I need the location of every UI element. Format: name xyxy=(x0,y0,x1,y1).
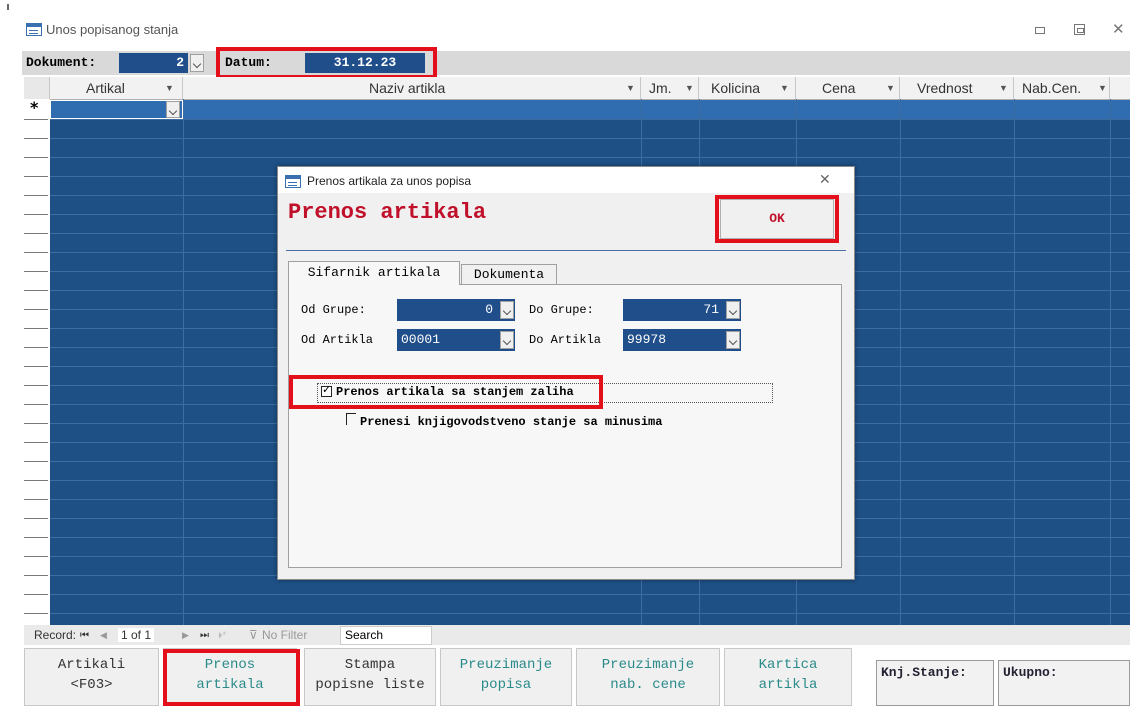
record-selector-line xyxy=(24,233,48,234)
record-selector-line xyxy=(24,461,48,462)
do-artikla-field[interactable]: 99978 xyxy=(623,329,741,351)
record-selector-line xyxy=(24,613,48,614)
record-label: Record: xyxy=(34,628,77,642)
record-selector-line xyxy=(24,271,48,272)
record-selector-line xyxy=(24,537,48,538)
artikali-button[interactable]: Artikali <F03> xyxy=(24,648,159,706)
search-box[interactable]: Search xyxy=(340,626,432,645)
ukupno-box: Ukupno: xyxy=(998,660,1130,706)
record-selector-line xyxy=(24,518,48,519)
prev-record-button[interactable]: ◀ xyxy=(100,630,107,641)
tab-panel: Od Grupe: 0 Do Grupe: 71 Od Artikla 0000… xyxy=(288,284,842,568)
preuzimanje-popisa-button[interactable]: Preuzimanje popisa xyxy=(440,648,572,706)
tab-dokumenta[interactable]: Dokumenta xyxy=(461,264,557,285)
last-record-button[interactable]: ⏭ xyxy=(200,630,209,641)
record-selector-line xyxy=(24,499,48,500)
record-selector-line xyxy=(24,214,48,215)
dokument-label: Dokument: xyxy=(26,55,97,70)
kartica-artikla-button[interactable]: Kartica artikla xyxy=(724,648,852,706)
grid-row-line xyxy=(50,157,1130,158)
do-artikla-dropdown-button[interactable] xyxy=(726,331,740,349)
heading-divider xyxy=(286,250,846,251)
do-grupe-dropdown-button[interactable] xyxy=(726,301,740,319)
title-bar: Unos popisanog stanja ✕ xyxy=(22,17,1130,49)
record-selector-line xyxy=(24,480,48,481)
highlight-checkbox xyxy=(289,375,603,409)
prenesi-minus-label[interactable]: Prenesi knjigovodstveno stanje sa minusi… xyxy=(360,415,662,429)
od-artikla-dropdown-button[interactable] xyxy=(500,331,514,349)
form-icon xyxy=(285,175,301,188)
dialog-title-bar: Prenos artikala za unos popisa ✕ xyxy=(278,167,854,193)
record-selector-line xyxy=(24,290,48,291)
dialog-close-icon[interactable]: ✕ xyxy=(819,171,831,188)
dokument-dropdown-button[interactable] xyxy=(190,54,204,72)
record-selector-line xyxy=(24,385,48,386)
od-artikla-label: Od Artikla xyxy=(301,333,374,347)
record-selector-line xyxy=(24,176,48,177)
window-title: Unos popisanog stanja xyxy=(46,22,179,37)
highlight-ok-button xyxy=(715,195,839,243)
knj-stanje-label: Knj.Stanje: xyxy=(881,665,967,680)
record-selector-line xyxy=(24,594,48,595)
record-selector-line xyxy=(24,347,48,348)
highlight-datum xyxy=(216,47,437,79)
stampa-popisne-liste-button[interactable]: Stampa popisne liste xyxy=(304,648,436,706)
new-record-button[interactable]: ⏵* xyxy=(218,630,226,641)
grid-row-line xyxy=(50,594,1130,595)
od-grupe-field[interactable]: 0 xyxy=(397,299,515,321)
close-icon[interactable]: ✕ xyxy=(1112,20,1125,38)
prenos-artikala-dialog: Prenos artikala za unos popisa ✕ Prenos … xyxy=(277,166,855,580)
preuzimanje-nab-cene-button[interactable]: Preuzimanje nab. cene xyxy=(576,648,720,706)
knj-stanje-box: Knj.Stanje: xyxy=(876,660,994,706)
minimize-icon[interactable] xyxy=(1035,27,1045,34)
dialog-title: Prenos artikala za unos popisa xyxy=(307,174,472,188)
do-artikla-label: Do Artikla xyxy=(529,333,602,347)
prenesi-minus-checkbox[interactable] xyxy=(346,413,356,425)
grid-row-line xyxy=(50,613,1130,614)
record-selector-line xyxy=(24,195,48,196)
restore-icon[interactable] xyxy=(1074,24,1085,35)
od-grupe-label: Od Grupe: xyxy=(301,303,366,317)
record-selector-line xyxy=(24,556,48,557)
record-selector-line xyxy=(24,423,48,424)
record-selector-line xyxy=(24,366,48,367)
ukupno-label: Ukupno: xyxy=(1003,665,1058,680)
record-selector-line xyxy=(24,138,48,139)
do-grupe-field[interactable]: 71 xyxy=(623,299,741,321)
od-grupe-dropdown-button[interactable] xyxy=(500,301,514,319)
filter-icon: ⊽ xyxy=(249,628,258,642)
tab-sifarnik-artikala[interactable]: Sifarnik artikala xyxy=(288,261,460,285)
record-position[interactable]: 1 of 1 xyxy=(118,628,155,642)
od-artikla-field[interactable]: 00001 xyxy=(397,329,515,351)
header-strip: Dokument: 2 Datum: 31.12.23 xyxy=(22,47,1130,79)
dokument-field[interactable]: 2 xyxy=(119,53,188,73)
grid-row-line xyxy=(50,119,1130,120)
record-selector-line xyxy=(24,404,48,405)
record-navigation-bar: Record: ⏮ ◀ 1 of 1 ▶ ⏭ ⏵* ⊽ No Filter Se… xyxy=(24,625,1130,645)
grid-row-line xyxy=(50,138,1130,139)
no-filter-label[interactable]: No Filter xyxy=(262,628,307,642)
record-selector-line xyxy=(24,309,48,310)
form-icon xyxy=(26,23,42,36)
next-record-button[interactable]: ▶ xyxy=(182,630,189,641)
record-selector-line xyxy=(24,575,48,576)
do-grupe-label: Do Grupe: xyxy=(529,303,594,317)
highlight-prenos-button xyxy=(163,649,300,706)
record-selector-line xyxy=(24,328,48,329)
corner-mark xyxy=(7,4,9,10)
record-selector-line xyxy=(24,157,48,158)
record-selector-line xyxy=(24,442,48,443)
first-record-button[interactable]: ⏮ xyxy=(80,630,89,641)
record-selector-line xyxy=(24,252,48,253)
dialog-heading: Prenos artikala xyxy=(288,200,487,225)
record-selector-line xyxy=(24,119,48,120)
